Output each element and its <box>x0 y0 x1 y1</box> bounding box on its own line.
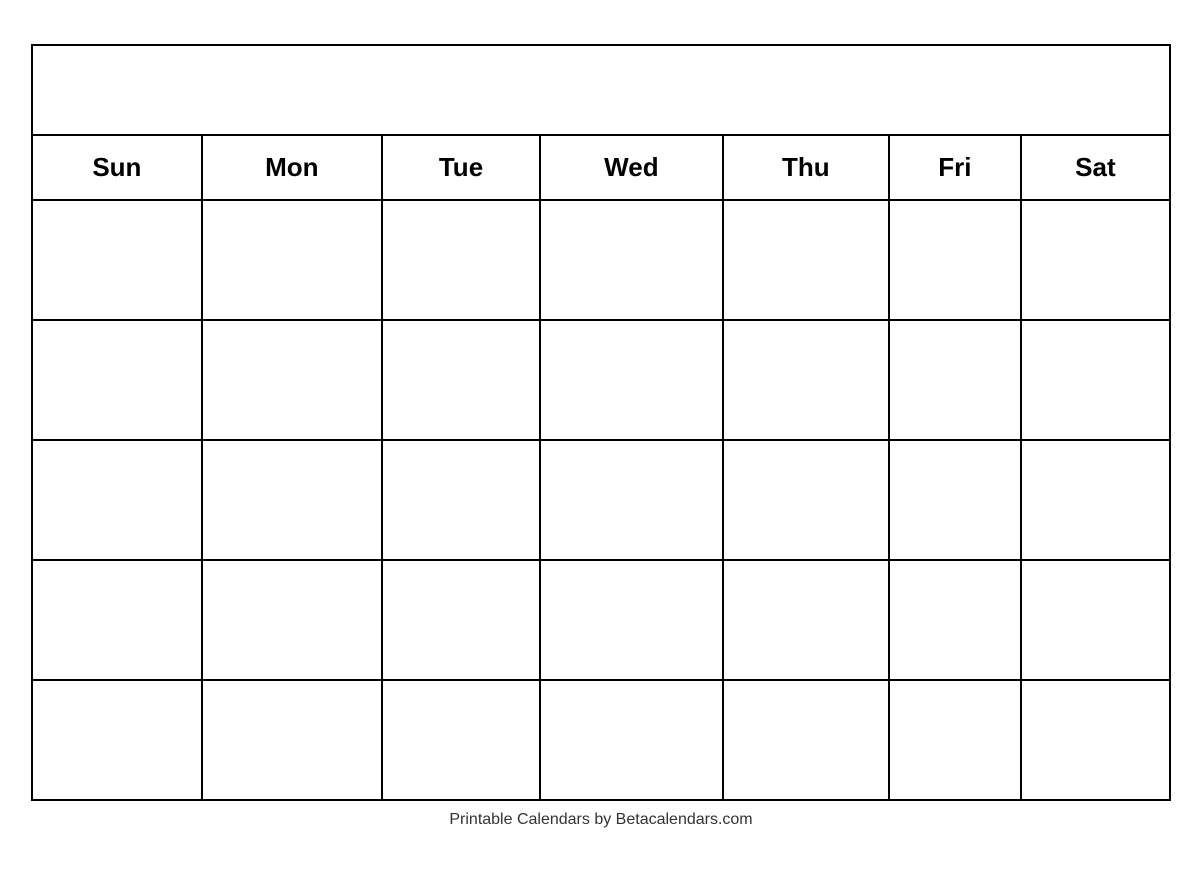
cell-w5-fri <box>889 680 1021 800</box>
header-tue: Tue <box>382 135 540 200</box>
cell-w3-thu <box>723 440 889 560</box>
cell-w5-wed <box>540 680 722 800</box>
cell-w5-sat <box>1021 680 1170 800</box>
header-thu: Thu <box>723 135 889 200</box>
cell-w5-tue <box>382 680 540 800</box>
calendar-week-3 <box>32 440 1170 560</box>
cell-w1-mon <box>202 200 382 320</box>
cell-w4-fri <box>889 560 1021 680</box>
cell-w1-sat <box>1021 200 1170 320</box>
calendar-week-1 <box>32 200 1170 320</box>
cell-w4-sun <box>32 560 202 680</box>
cell-w3-sat <box>1021 440 1170 560</box>
cell-w5-mon <box>202 680 382 800</box>
calendar-wrapper: Sun Mon Tue Wed Thu Fri Sat <box>31 44 1171 829</box>
title-row <box>32 45 1170 135</box>
header-sun: Sun <box>32 135 202 200</box>
cell-w5-thu <box>723 680 889 800</box>
cell-w3-fri <box>889 440 1021 560</box>
cell-w4-wed <box>540 560 722 680</box>
cell-w1-fri <box>889 200 1021 320</box>
header-wed: Wed <box>540 135 722 200</box>
header-row: Sun Mon Tue Wed Thu Fri Sat <box>32 135 1170 200</box>
cell-w3-tue <box>382 440 540 560</box>
cell-w3-sun <box>32 440 202 560</box>
cell-w5-sun <box>32 680 202 800</box>
cell-w4-sat <box>1021 560 1170 680</box>
cell-w1-wed <box>540 200 722 320</box>
cell-w2-sat <box>1021 320 1170 440</box>
calendar-title <box>32 45 1170 135</box>
header-mon: Mon <box>202 135 382 200</box>
cell-w4-tue <box>382 560 540 680</box>
cell-w1-thu <box>723 200 889 320</box>
cell-w2-tue <box>382 320 540 440</box>
cell-w4-mon <box>202 560 382 680</box>
cell-w3-wed <box>540 440 722 560</box>
cell-w2-wed <box>540 320 722 440</box>
calendar-week-4 <box>32 560 1170 680</box>
footer-text: Printable Calendars by Betacalendars.com <box>31 811 1171 829</box>
cell-w2-sun <box>32 320 202 440</box>
cell-w2-fri <box>889 320 1021 440</box>
cell-w3-mon <box>202 440 382 560</box>
cell-w1-tue <box>382 200 540 320</box>
cell-w2-thu <box>723 320 889 440</box>
header-sat: Sat <box>1021 135 1170 200</box>
calendar-week-2 <box>32 320 1170 440</box>
cell-w1-sun <box>32 200 202 320</box>
calendar-week-5 <box>32 680 1170 800</box>
cell-w2-mon <box>202 320 382 440</box>
calendar-table: Sun Mon Tue Wed Thu Fri Sat <box>31 44 1171 801</box>
header-fri: Fri <box>889 135 1021 200</box>
cell-w4-thu <box>723 560 889 680</box>
